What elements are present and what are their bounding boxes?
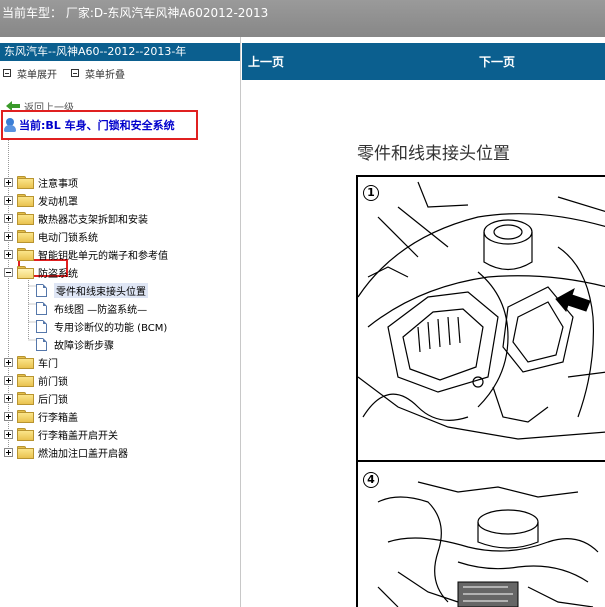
folder-icon [17, 176, 34, 189]
folder-icon [17, 410, 34, 423]
expand-toggle-icon[interactable] [4, 411, 13, 421]
page-nav-bar: 上一页 下一页 [242, 43, 605, 80]
engine-bay-diagram: 1 4 [356, 175, 605, 607]
tree-item-label: 零件和线束接头位置 [54, 282, 148, 298]
collapse-toggle-icon[interactable] [4, 267, 13, 277]
document-icon [36, 283, 47, 297]
folder-icon [17, 356, 34, 369]
tree-item-label: 前门锁 [38, 376, 68, 388]
folder-icon [17, 230, 34, 243]
tree-item-label: 发动机罩 [38, 196, 78, 208]
folder-open-icon [17, 266, 34, 279]
folder-icon [17, 446, 34, 459]
folder-icon [17, 212, 34, 225]
tree-item-label: 行李箱盖开启开关 [38, 430, 118, 442]
tree-folder-item[interactable]: 后门锁 [4, 389, 68, 407]
tree-folder-item[interactable]: 行李箱盖开启开关 [4, 425, 118, 443]
tree-folder-item[interactable]: 车门 [4, 353, 58, 371]
tree-item-label: 智能钥匙单元的端子和参考值 [38, 250, 168, 262]
tree-folder-item[interactable]: 防盗系统 [4, 263, 78, 281]
window-title: 当前车型： 厂家:D-东风汽车风神A602012-2013 [2, 6, 269, 20]
tree-item-label: 布线图 —防盗系统— [54, 304, 148, 316]
tree-folder-item[interactable]: 行李箱盖 [4, 407, 78, 425]
expand-toggle-icon[interactable] [4, 249, 13, 259]
content-pane: 上一页 下一页 零件和线束接头位置 1 4 [242, 37, 605, 607]
tree-item-label: 专用诊断仪的功能 (BCM) [54, 322, 168, 334]
engine-illustration [358, 181, 605, 440]
document-icon [36, 301, 47, 315]
tree-item-label: 行李箱盖 [38, 412, 78, 424]
tree-document-item[interactable]: 零件和线束接头位置 [36, 281, 148, 299]
expand-toggle-icon[interactable] [4, 375, 13, 385]
lower-illustration [377, 481, 599, 607]
tree-item-label: 燃油加注口盖开启器 [38, 448, 128, 460]
folder-icon [17, 392, 34, 405]
tree-item-label: 车门 [38, 358, 58, 370]
folder-icon [17, 194, 34, 207]
expand-toggle-icon[interactable] [4, 357, 13, 367]
tree-folder-item[interactable]: 电动门锁系统 [4, 227, 98, 245]
prev-page-button[interactable]: 上一页 [248, 53, 284, 70]
tree-folder-item[interactable]: 散热器芯支架拆卸和安装 [4, 209, 148, 227]
tree-item-label: 故障诊断步骤 [54, 340, 114, 352]
tree-item-label: 后门锁 [38, 394, 68, 406]
next-page-button[interactable]: 下一页 [479, 53, 515, 70]
tree-item-label: 防盗系统 [38, 268, 78, 280]
folder-icon [17, 374, 34, 387]
tree-folder-item[interactable]: 智能钥匙单元的端子和参考值 [4, 245, 168, 263]
tree-item-label: 散热器芯支架拆卸和安装 [38, 214, 148, 226]
folder-icon [17, 248, 34, 261]
document-icon [36, 319, 47, 333]
tree-folder-item[interactable]: 注意事项 [4, 173, 78, 191]
expand-toggle-icon[interactable] [4, 177, 13, 187]
tree-item-label: 注意事项 [38, 178, 78, 190]
tree-item-label: 电动门锁系统 [38, 232, 98, 244]
tree-document-item[interactable]: 专用诊断仪的功能 (BCM) [36, 317, 167, 335]
expand-toggle-icon[interactable] [4, 231, 13, 241]
document-icon [36, 337, 47, 351]
navigation-pane: 东风汽车--风神A60--2012--2013-年 菜单展开 菜单折叠 返回上一… [0, 37, 241, 607]
tree-document-item[interactable]: 布线图 —防盗系统— [36, 299, 147, 317]
tree-document-item[interactable]: 故障诊断步骤 [36, 335, 114, 353]
tree-folder-item[interactable]: 发动机罩 [4, 191, 78, 209]
folder-icon [17, 428, 34, 441]
title-bar: 当前车型： 厂家:D-东风汽车风神A602012-2013 [0, 0, 605, 37]
expand-toggle-icon[interactable] [4, 447, 13, 457]
expand-toggle-icon[interactable] [4, 429, 13, 439]
expand-toggle-icon[interactable] [4, 213, 13, 223]
tree-folder-item[interactable]: 前门锁 [4, 371, 68, 389]
section-title: 零件和线束接头位置 [357, 144, 510, 164]
expand-toggle-icon[interactable] [4, 195, 13, 205]
expand-toggle-icon[interactable] [4, 393, 13, 403]
tree-folder-item[interactable]: 燃油加注口盖开启器 [4, 443, 128, 461]
